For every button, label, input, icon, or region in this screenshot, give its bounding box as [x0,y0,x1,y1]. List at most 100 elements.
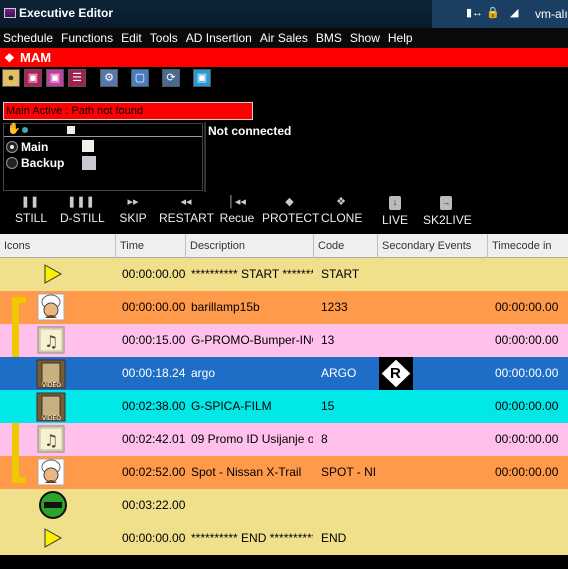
timecode-in-cell: 00:00:00.00 [495,300,559,314]
time-cell: 00:00:00.00 [122,300,186,314]
timecode-in-cell: 00:00:00.00 [495,432,559,446]
col-time[interactable]: Time [116,234,186,258]
menu-tools[interactable]: Tools [150,31,178,45]
device-panel-header: ✋ [4,122,202,137]
recue-button[interactable]: │◂◂ Recue [219,194,255,225]
mam-icon: ❖ [4,51,15,65]
menu-help[interactable]: Help [388,31,413,45]
clone-button[interactable]: ❖ CLONE [321,194,362,225]
table-row[interactable]: VIDEO 00:02:38.00 G-SPICA-FILM 15 00:00:00.0… [0,390,568,423]
skip-button[interactable]: ▸▸ SKIP [119,194,147,225]
table-row[interactable]: 00:00:00.00 ********** END ********** END [0,522,568,555]
menu-air-sales[interactable]: Air Sales [260,31,308,45]
col-icons[interactable]: Icons [0,234,116,258]
network-settings-icon[interactable]: ⚙ [100,69,118,87]
status-message: Main Active : Path not found [3,102,253,120]
code-cell: SPOT - NIS [321,465,376,479]
backup-indicator [82,156,96,170]
time-cell: 00:00:18.24 [122,366,186,380]
still-button[interactable]: ❚❚ STILL [15,194,47,225]
import-icon[interactable]: ▣ [24,69,42,87]
timecode-in-cell [495,258,567,291]
window-icon[interactable]: ▢ [131,69,149,87]
protect-button[interactable]: ◆ PROTECT [262,194,319,225]
menu-show[interactable]: Show [350,31,380,45]
secondary-event-label: R [390,365,401,382]
audio-clip-icon: ♫ [36,424,66,457]
clone-icon: ❖ [336,196,346,208]
menu-schedule[interactable]: Schedule [3,31,53,45]
signal-icon[interactable]: ◢ [510,6,518,19]
code-cell: END [321,531,347,545]
audio-clip-icon: ♫ [36,325,66,358]
menu-edit[interactable]: Edit [121,31,142,45]
title-bar: Executive Editor ▮↔ 🔒 ◢ vm-alı [0,0,568,28]
secondary-event-badge[interactable]: R [379,357,413,390]
timecode-in-cell: 00:00:00.00 [495,333,559,347]
restart-button[interactable]: ◂◂ RESTART [159,194,214,225]
window-title: Executive Editor [19,6,114,20]
code-cell: 8 [321,432,328,446]
col-description[interactable]: Description [186,234,314,258]
col-secondary-events[interactable]: Secondary Events [378,234,488,258]
system-tray: ▮↔ 🔒 ◢ vm-alı [432,0,568,28]
list-icon[interactable]: ☰ [68,69,86,87]
description-cell: G-PROMO-Bumper-INOU [191,333,313,347]
table-row[interactable]: 00:00:00.00 ********** START ********** ST… [0,258,568,291]
pause-icon: ❚❚ [20,196,40,208]
network-icon[interactable]: ▮↔ [466,6,483,19]
description-cell: Spot - Nissan X-Trail [191,465,302,479]
app-icon [4,8,16,18]
device-panel: ✋ Main Backup [3,123,203,191]
code-cell: ARGO [321,366,357,380]
menu-ad-insertion[interactable]: AD Insertion [186,31,252,45]
time-cell: 00:00:00.00 [122,531,186,545]
description-cell: ********** START ********** [191,267,313,281]
table-row[interactable]: 00:03:22.00 [0,489,568,522]
sk2live-button[interactable]: → SK2LIVE [423,194,472,227]
menu-functions[interactable]: Functions [61,31,113,45]
table-row[interactable]: ♫ 00:00:15.00 G-PROMO-Bumper-INOU 13 00:00:0… [0,324,568,357]
menu-bms[interactable]: BMS [316,31,342,45]
status-dot-icon [22,127,28,133]
backup-radio[interactable] [6,157,18,169]
col-code[interactable]: Code [314,234,378,258]
square-icon [67,126,75,134]
lock-icon[interactable]: 🔒 [486,6,500,19]
export-icon[interactable]: ▣ [46,69,64,87]
refresh-icon[interactable]: ⟳ [162,69,180,87]
video-clip-icon: VIDEO [35,391,67,426]
table-row[interactable]: 00:00:00.00 barillamp15b 1233 00:00:00.00 [0,291,568,324]
timecode-in-cell: 00:00:00.00 [495,366,559,380]
table-row[interactable]: VIDEO 00:00:18.24 argo ARGO 00:00:00.00 R [0,357,568,390]
table-row[interactable]: ♫ 00:02:42.01 09 Promo ID Usijanje ops 8 00:… [0,423,568,456]
description-cell [191,489,313,522]
double-pause-icon: ❚❚❚ [67,196,95,208]
d-still-button[interactable]: ❚❚❚ D-STILL [60,194,105,225]
table-row[interactable]: 00:02:52.00 Spot - Nissan X-Trail SPOT - N… [0,456,568,489]
monitor-icon[interactable]: ▣ [193,69,211,87]
svg-text:♫: ♫ [44,332,58,351]
hand-icon[interactable]: ✋ [7,122,21,135]
live-button[interactable]: ↓ LIVE [380,194,410,227]
time-cell: 00:02:38.00 [122,399,186,413]
play-triangle-icon [42,263,64,288]
fast-forward-icon: ▸▸ [127,196,139,208]
open-icon[interactable]: ● [2,69,20,87]
svg-text:VIDEO: VIDEO [42,382,61,389]
description-cell: G-SPICA-FILM [191,399,272,413]
timecode-in-cell: 00:00:00.00 [495,465,559,479]
col-timecode-in[interactable]: Timecode in [488,234,568,258]
block-bracket [12,297,26,357]
toolbar: ● ▣ ▣ ☰ ⚙ ▢ ⟳ ▣ [0,67,568,90]
timecode-in-cell [495,489,567,522]
code-cell [321,489,376,522]
main-radio[interactable] [6,141,18,153]
backup-label: Backup [21,156,65,170]
time-cell: 00:03:22.00 [122,498,186,512]
skip-to-live-icon: → [440,196,452,210]
live-icon: ↓ [389,196,401,210]
description-cell: 09 Promo ID Usijanje ops [191,432,313,446]
timecode-in-cell [495,522,567,555]
playlist-header: Icons Time Description Code Secondary Ev… [0,234,568,258]
